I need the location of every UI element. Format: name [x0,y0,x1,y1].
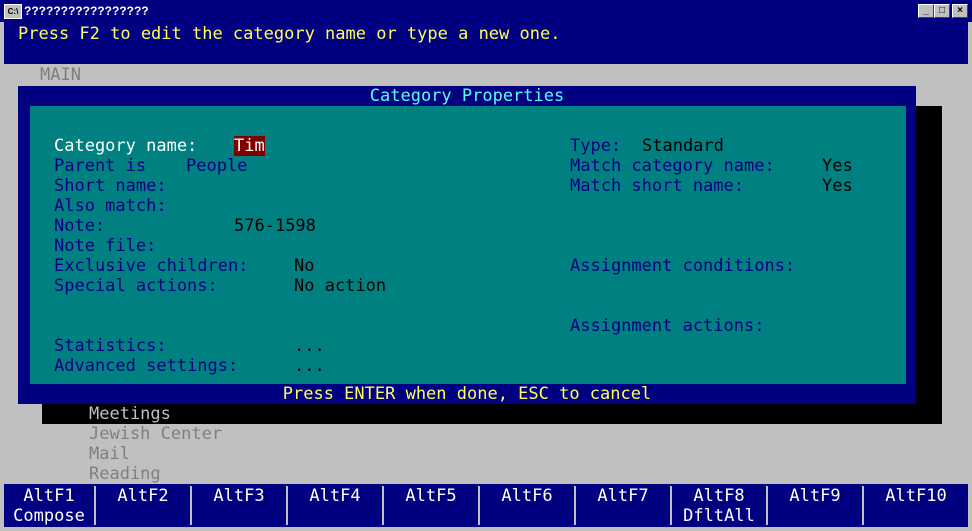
type-value[interactable]: Standard [642,136,724,156]
assignment-actions-label[interactable]: Assignment actions: [570,316,764,336]
match-category-name-label: Match category name: [570,156,775,176]
list-item[interactable]: Mail [89,444,130,464]
fkey-key: AltF9 [789,486,841,506]
list-item[interactable]: Jewish Center [89,424,222,444]
statistics-label: Statistics: [54,336,167,356]
assignment-conditions-label[interactable]: Assignment conditions: [570,256,795,276]
fkey-key: AltF2 [117,486,169,506]
category-properties-dialog: Category Properties Category name: Tim P… [18,86,916,404]
type-label: Type: [570,136,622,156]
also-match-label[interactable]: Also match: [54,196,167,216]
fkey-label: DfltAll [683,506,755,526]
fkey-key: AltF1 [23,486,75,506]
fkey-altf9[interactable]: AltF9 [766,486,862,525]
close-button[interactable]: × [952,4,968,18]
short-name-label[interactable]: Short name: [54,176,167,196]
fkey-label: Compose [13,506,85,526]
list-highlight-row [42,404,942,424]
note-value[interactable]: 576-1598 [234,216,316,236]
fkey-altf4[interactable]: AltF4 [286,486,382,525]
match-short-name-label: Match short name: [570,176,744,196]
fkey-altf6[interactable]: AltF6 [478,486,574,525]
fkey-altf7[interactable]: AltF7 [574,486,670,525]
special-actions-value[interactable]: No action [294,276,386,296]
hint-bar: Press F2 to edit the category name or ty… [4,22,968,64]
statistics-value[interactable]: ... [294,336,325,356]
fkey-altf10[interactable]: AltF10 [862,486,968,525]
advanced-settings-label: Advanced settings: [54,356,239,376]
fkey-key: AltF8 [693,486,745,506]
fkey-key: AltF10 [885,486,947,506]
hint-text: Press F2 to edit the category name or ty… [18,24,561,44]
note-label: Note: [54,216,106,236]
function-key-bar: AltF1 Compose AltF2 AltF3 AltF4 AltF5 Alt… [4,484,968,527]
maximize-button[interactable]: □ [934,4,950,18]
fkey-altf8[interactable]: AltF8 DfltAll [670,486,766,526]
parent-value[interactable]: People [186,156,247,176]
fkey-altf1[interactable]: AltF1 Compose [4,486,94,526]
category-name-input[interactable]: Tim [234,136,265,156]
list-item[interactable]: Meetings [89,404,171,424]
dialog-footer-hint: Press ENTER when done, ESC to cancel [282,384,652,404]
fkey-altf5[interactable]: AltF5 [382,486,478,525]
advanced-settings-value[interactable]: ... [294,356,325,376]
match-category-name-value[interactable]: Yes [822,156,853,176]
note-file-label[interactable]: Note file: [54,236,156,256]
main-view-label: MAIN [40,65,81,85]
special-actions-label: Special actions: [54,276,218,296]
fkey-key: AltF3 [213,486,265,506]
fkey-altf2[interactable]: AltF2 [94,486,190,525]
exclusive-children-value[interactable]: No [294,256,314,276]
window-titlebar[interactable]: C:\ ????????????????? _ □ × [0,0,972,22]
fkey-altf3[interactable]: AltF3 [190,486,286,525]
dialog-panel: Category name: Tim Parent is People Shor… [30,106,906,384]
window-title: ????????????????? [24,4,149,18]
console-area: Press F2 to edit the category name or ty… [4,22,968,527]
fkey-key: AltF5 [405,486,457,506]
fkey-key: AltF6 [501,486,553,506]
match-short-name-value[interactable]: Yes [822,176,853,196]
list-item[interactable]: Reading [89,464,161,484]
minimize-button[interactable]: _ [918,4,934,18]
exclusive-children-label: Exclusive children: [54,256,249,276]
parent-label: Parent is [54,156,147,176]
dialog-title: Category Properties [369,86,565,106]
category-name-label: Category name: [54,136,198,156]
fkey-key: AltF4 [309,486,361,506]
console-app-icon[interactable]: C:\ [4,4,22,19]
fkey-key: AltF7 [597,486,649,506]
